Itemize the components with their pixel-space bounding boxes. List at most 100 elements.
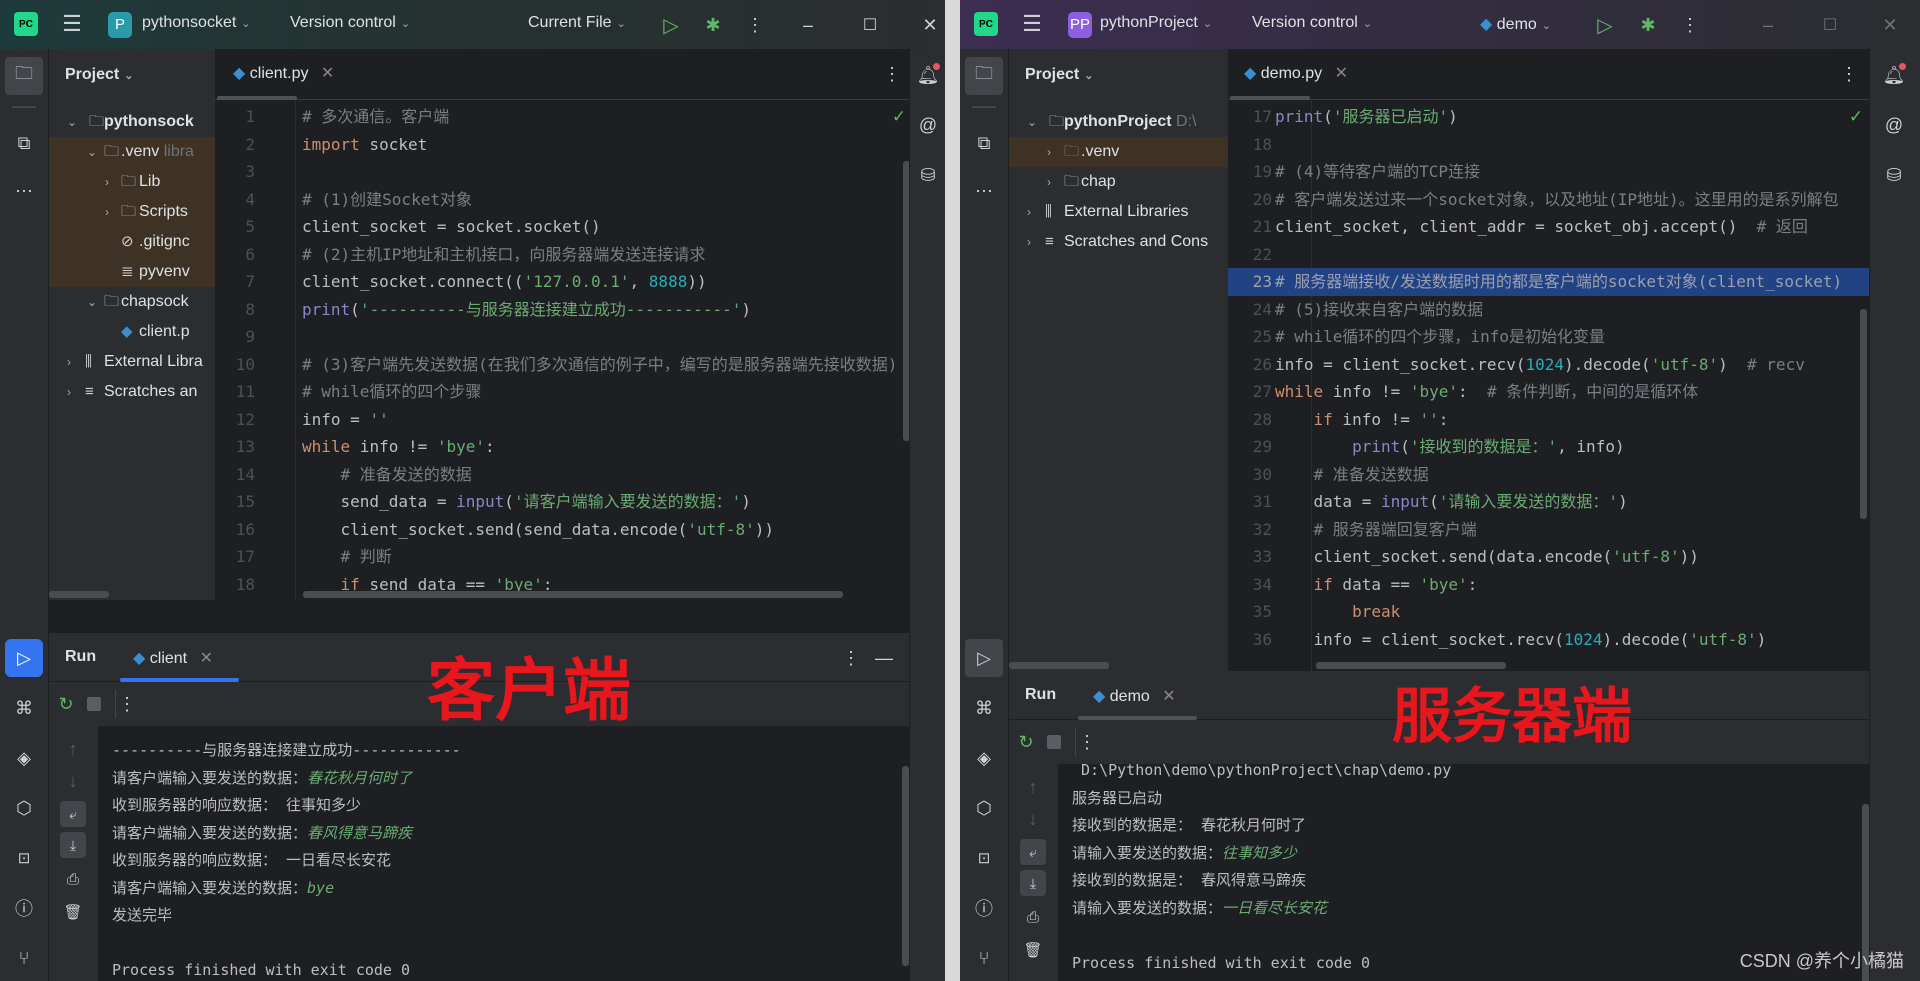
ai-assistant-icon[interactable]: @ xyxy=(1880,111,1908,139)
python-console-icon[interactable]: ⌘ xyxy=(970,694,998,722)
code-line[interactable]: 24 # (5)接收来自客户端的数据 xyxy=(1228,296,1869,324)
database-icon[interactable]: ⛁ xyxy=(914,161,942,189)
code-line[interactable]: 11 # while循环的四个步骤 xyxy=(215,378,912,406)
structure-icon[interactable]: ⧉ xyxy=(10,129,38,157)
project-panel-title[interactable]: Project ⌄ xyxy=(1025,66,1093,84)
tree-item[interactable]: ⌄ 🗀 pythonProject D:\ xyxy=(1009,107,1228,137)
code-line[interactable]: 13 while info != 'bye': xyxy=(215,433,912,461)
code-line[interactable]: 2 import socket xyxy=(215,131,912,159)
run-tab-demo[interactable]: ◆ demo ✕ xyxy=(1093,686,1176,706)
code-line[interactable]: 21 client_socket, client_addr = socket_ob… xyxy=(1228,213,1869,241)
project-folder-icon[interactable]: 🗀 xyxy=(5,57,43,95)
trash-icon[interactable]: 🗑︎ xyxy=(59,899,87,925)
horizontal-scrollbar[interactable] xyxy=(49,591,109,598)
code-line[interactable]: 10 # (3)客户端先发送数据(在我们多次通信的例子中，编写的是服务器端先接收数… xyxy=(215,351,912,379)
vcs-menu[interactable]: Version control ⌄ xyxy=(290,14,410,32)
more-icon[interactable]: ⋮ xyxy=(1680,12,1700,38)
structure-icon[interactable]: ⧉ xyxy=(970,129,998,157)
code-line[interactable]: 26 info = client_socket.recv(1024).decode… xyxy=(1228,351,1869,379)
run-tab-client[interactable]: ◆ client ✕ xyxy=(133,648,213,668)
code-line[interactable]: 17 # 判断 xyxy=(215,543,912,571)
tree-item[interactable]: › ⫼ External Libra xyxy=(49,347,215,377)
code-line[interactable]: 18 xyxy=(1228,131,1869,159)
tree-item[interactable]: ◆ client.p xyxy=(49,317,215,347)
code-line[interactable]: 32 # 服务器端回复客户端 xyxy=(1228,516,1869,544)
stop-icon[interactable] xyxy=(1047,735,1061,749)
code-line[interactable]: 29 print('接收到的数据是：', info) xyxy=(1228,433,1869,461)
tree-item[interactable]: ⌄ 🗀 pythonsock xyxy=(49,107,215,137)
terminal-icon[interactable]: ⊡ xyxy=(970,844,998,872)
rerun-icon[interactable]: ↻ xyxy=(1013,729,1039,755)
services-icon[interactable]: ⬡ xyxy=(10,794,38,822)
code-line[interactable]: 28 if info != '': xyxy=(1228,406,1869,434)
more-tools-icon[interactable]: ⋯ xyxy=(10,177,38,205)
project-selector[interactable]: pythonsocket ⌄ xyxy=(142,14,251,32)
run-icon[interactable]: ▷ xyxy=(1592,12,1618,38)
code-line[interactable]: 7 client_socket.connect(('127.0.0.1', 888… xyxy=(215,268,912,296)
tree-item[interactable]: › 🗀 .venv xyxy=(1009,137,1228,167)
code-line[interactable]: 14 # 准备发送的数据 xyxy=(215,461,912,489)
tab-demo-py[interactable]: ◆ demo.py ✕ xyxy=(1244,63,1348,83)
debug-icon[interactable]: ✱ xyxy=(700,12,726,38)
debug-icon[interactable]: ✱ xyxy=(1635,12,1661,38)
rerun-icon[interactable]: ↻ xyxy=(53,691,79,717)
services-icon[interactable]: ⬡ xyxy=(970,794,998,822)
close-tab-icon[interactable]: ✕ xyxy=(200,650,213,667)
vcs-menu[interactable]: Version control ⌄ xyxy=(1252,14,1372,32)
notifications-bell-icon[interactable]: 🔔︎ xyxy=(1880,61,1908,89)
code-line[interactable]: 4 # (1)创建Socket对象 xyxy=(215,186,912,214)
more-icon[interactable]: ⋮ xyxy=(745,12,765,38)
code-area[interactable]: 17 print('服务器已启动') 18 19 # (4)等待客户端的TCP连接 20 #… xyxy=(1228,100,1869,671)
code-line[interactable]: 8 print('----------与服务器连接建立成功-----------'… xyxy=(215,296,912,324)
tree-item[interactable]: › 🗀 Lib xyxy=(49,167,215,197)
main-menu-icon[interactable]: ☰ xyxy=(60,11,84,36)
tab-client-py[interactable]: ◆ client.py ✕ xyxy=(233,63,334,83)
scroll-to-end-icon[interactable]: ⤓ xyxy=(1020,870,1046,896)
tab-options-icon[interactable]: ⋮ xyxy=(1840,61,1858,87)
close-tab-icon[interactable]: ✕ xyxy=(1335,65,1348,82)
run-icon[interactable]: ▷ xyxy=(658,12,684,38)
run-tool-icon[interactable]: ▷ xyxy=(965,639,1003,677)
run-tool-icon[interactable]: ▷ xyxy=(5,639,43,677)
stop-icon[interactable] xyxy=(87,697,101,711)
layers-icon[interactable]: ◈ xyxy=(970,744,998,772)
code-line[interactable]: 20 # 客户端发送过来一个socket对象，以及地址(IP地址)。这里用的是系列… xyxy=(1228,186,1869,214)
vertical-scrollbar[interactable] xyxy=(902,766,909,966)
tab-options-icon[interactable]: ⋮ xyxy=(883,61,901,87)
close-window-icon[interactable]: ✕ xyxy=(917,12,943,38)
more-tools-icon[interactable]: ⋯ xyxy=(970,177,998,205)
code-line[interactable]: 36 info = client_socket.recv(1024).decod… xyxy=(1228,626,1869,654)
ai-assistant-icon[interactable]: @ xyxy=(914,111,942,139)
code-line[interactable]: 23 # 服务器端接收/发送数据时用的都是客户端的socket对象(client_… xyxy=(1228,268,1869,296)
terminal-icon[interactable]: ⊡ xyxy=(10,844,38,872)
tree-item[interactable]: ≣ pyvenv xyxy=(49,257,215,287)
code-line[interactable]: 30 # 准备发送数据 xyxy=(1228,461,1869,489)
console-output[interactable]: ↑ ↓ ⤶ ⤓ ⎙ 🗑︎ ----------与服务器连接建立成功-------… xyxy=(49,726,909,981)
python-console-icon[interactable]: ⌘ xyxy=(10,694,38,722)
maximize-icon[interactable]: ☐ xyxy=(1817,12,1843,38)
minimize-icon[interactable]: – xyxy=(795,12,821,38)
more-icon[interactable]: ⋮ xyxy=(842,645,860,671)
vertical-scrollbar[interactable] xyxy=(1860,309,1867,519)
up-arrow-icon[interactable]: ↑ xyxy=(1019,774,1047,800)
git-icon[interactable]: ⑂ xyxy=(970,944,998,972)
print-icon[interactable]: ⎙ xyxy=(59,866,87,892)
close-tab-icon[interactable]: ✕ xyxy=(321,65,334,82)
more-icon[interactable]: ⋮ xyxy=(118,691,136,717)
code-line[interactable]: 3 xyxy=(215,158,912,186)
scroll-to-end-icon[interactable]: ⤓ xyxy=(60,832,86,858)
notifications-bell-icon[interactable]: 🔔︎ xyxy=(914,61,942,89)
code-line[interactable]: 35 break xyxy=(1228,598,1869,626)
horizontal-scrollbar[interactable] xyxy=(1009,662,1109,669)
problems-icon[interactable]: ⓘ xyxy=(10,894,38,922)
minimize-icon[interactable]: – xyxy=(1755,12,1781,38)
soft-wrap-icon[interactable]: ⤶ xyxy=(60,801,86,827)
down-arrow-icon[interactable]: ↓ xyxy=(59,768,87,794)
code-line[interactable]: 9 xyxy=(215,323,912,351)
trash-icon[interactable]: 🗑︎ xyxy=(1019,937,1047,963)
project-folder-icon[interactable]: 🗀 xyxy=(965,57,1003,95)
code-line[interactable]: 12 info = '' xyxy=(215,406,912,434)
code-line[interactable]: 15 send_data = input('请客户端输入要发送的数据：') xyxy=(215,488,912,516)
tree-item[interactable]: › ≡ Scratches an xyxy=(49,377,215,407)
project-panel-title[interactable]: Project ⌄ xyxy=(65,66,133,84)
